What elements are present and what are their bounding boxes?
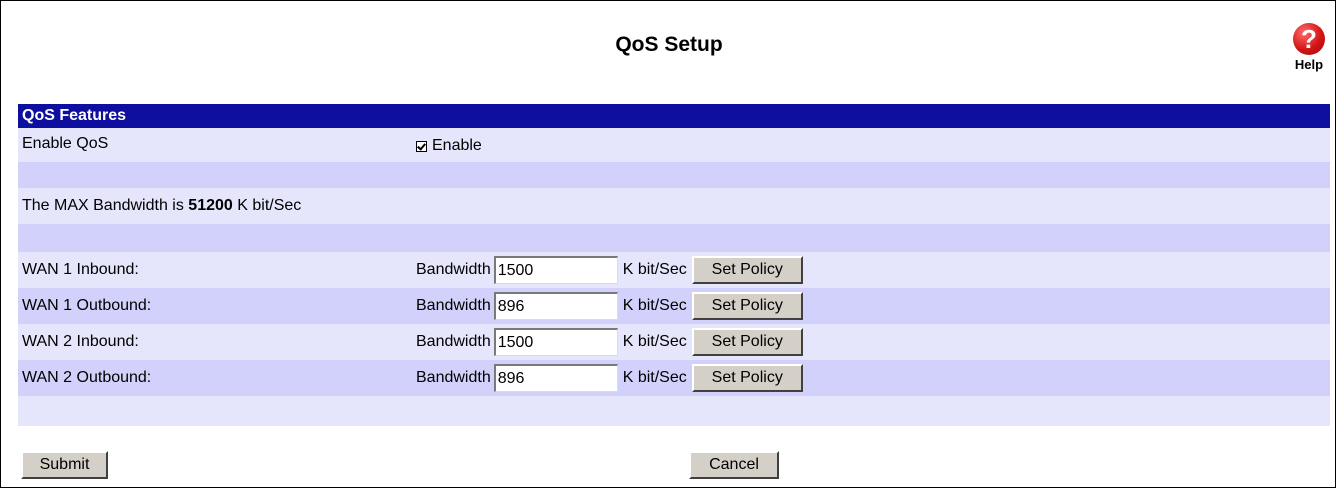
set-policy-button[interactable]: Set Policy — [691, 292, 803, 320]
bandwidth-input[interactable] — [493, 256, 618, 284]
bandwidth-unit: K bit/Sec — [622, 369, 687, 386]
help-label[interactable]: Help — [1289, 57, 1329, 72]
bandwidth-label: Bandwidth — [416, 297, 491, 314]
enable-qos-label: Enable QoS — [22, 135, 109, 152]
wan-row-label: WAN 1 Outbound: — [22, 297, 152, 314]
enable-qos-row: Enable QoS Enable — [18, 128, 1330, 162]
max-bandwidth-value: 51200 — [188, 197, 233, 214]
spacer-row — [18, 224, 1330, 252]
wan-row-controls: Bandwidth K bit/Sec Set Policy — [416, 324, 803, 360]
spacer-row — [18, 162, 1330, 188]
bandwidth-label: Bandwidth — [416, 369, 491, 386]
wan-row: WAN 1 Outbound: Bandwidth K bit/Sec Set … — [18, 288, 1330, 324]
wan-row-label: WAN 2 Outbound: — [22, 369, 152, 386]
submit-button[interactable]: Submit — [21, 451, 108, 479]
qos-setup-page: QoS Setup ? Help QoS Features Enable QoS… — [0, 0, 1336, 488]
spacer-row — [18, 396, 1330, 426]
cancel-button[interactable]: Cancel — [689, 451, 779, 479]
bandwidth-input[interactable] — [493, 364, 618, 392]
bandwidth-label: Bandwidth — [416, 333, 491, 350]
max-bandwidth-row: The MAX Bandwidth is 51200 K bit/Sec — [18, 188, 1330, 224]
wan-row-controls: Bandwidth K bit/Sec Set Policy — [416, 360, 803, 396]
wan-row: WAN 2 Outbound: Bandwidth K bit/Sec Set … — [18, 360, 1330, 396]
help-link[interactable]: ? Help — [1289, 23, 1329, 72]
wan-row-label: WAN 2 Inbound: — [22, 333, 139, 350]
max-bandwidth-unit: K bit/Sec — [232, 197, 302, 214]
bandwidth-unit: K bit/Sec — [622, 333, 687, 350]
enable-checkbox-label[interactable]: Enable — [432, 134, 482, 158]
set-policy-button[interactable]: Set Policy — [691, 328, 803, 356]
wan-row-controls: Bandwidth K bit/Sec Set Policy — [416, 288, 803, 324]
section-header: QoS Features — [18, 104, 1330, 128]
set-policy-button[interactable]: Set Policy — [691, 256, 803, 284]
wan-row: WAN 2 Inbound: Bandwidth K bit/Sec Set P… — [18, 324, 1330, 360]
max-bandwidth-prefix: The MAX Bandwidth is — [22, 197, 189, 214]
question-mark-icon[interactable]: ? — [1293, 23, 1325, 55]
bandwidth-label: Bandwidth — [416, 261, 491, 278]
enable-qos-control[interactable]: Enable — [416, 134, 482, 158]
wan-row: WAN 1 Inbound: Bandwidth K bit/Sec Set P… — [18, 252, 1330, 288]
page-title: QoS Setup — [615, 33, 723, 56]
wan-row-label: WAN 1 Inbound: — [22, 261, 139, 278]
max-bandwidth-text: The MAX Bandwidth is 51200 K bit/Sec — [22, 194, 301, 218]
set-policy-button[interactable]: Set Policy — [691, 364, 803, 392]
bandwidth-input[interactable] — [493, 328, 618, 356]
bandwidth-input[interactable] — [493, 292, 618, 320]
bandwidth-unit: K bit/Sec — [622, 261, 687, 278]
wan-row-controls: Bandwidth K bit/Sec Set Policy — [416, 252, 803, 288]
bandwidth-unit: K bit/Sec — [622, 297, 687, 314]
enable-qos-checkbox[interactable] — [416, 140, 427, 152]
